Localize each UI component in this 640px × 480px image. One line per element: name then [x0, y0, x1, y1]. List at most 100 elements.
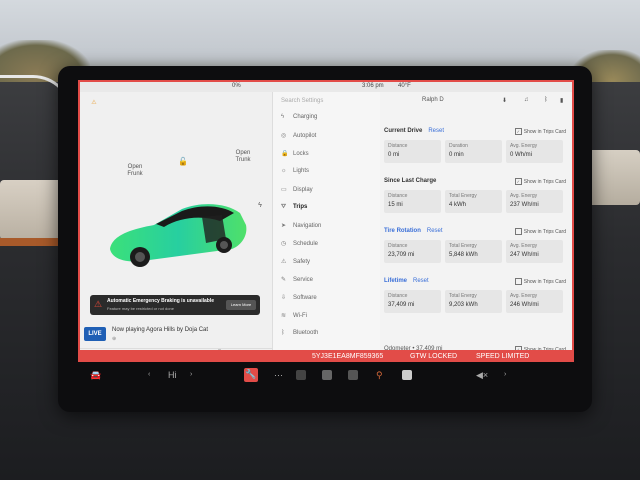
battery-percent: 0% [232, 83, 241, 89]
stat-value: 37,409 mi [388, 302, 415, 308]
stat-value: 246 Wh/mi [510, 302, 539, 308]
show-in-trips-checkbox[interactable]: Show in Trips Card [514, 228, 566, 235]
more-icon[interactable]: ⋯ [274, 369, 283, 381]
reset-button[interactable]: Reset [427, 228, 443, 234]
menu-item-label: Service [293, 277, 314, 283]
dash-trim-right [588, 150, 640, 205]
stat-label: Total Energy [449, 243, 477, 249]
menu-item-service[interactable]: ✎ Service [281, 276, 376, 290]
menu-item-charging[interactable]: ϟ Charging [281, 114, 376, 128]
lock-icon[interactable]: 🔓 [178, 158, 188, 166]
settings-menu: Search Settings ϟ Charging ◎ Autopilot 🔒 Lock… [272, 92, 381, 360]
checkbox-label: Show in Trips Card [523, 278, 566, 285]
menu-item-wi-fi[interactable]: ≋ Wi-Fi [281, 312, 376, 326]
stat-value: 0 Wh/mi [510, 152, 533, 158]
content-header: Ralph D ⬇ ♫ ᛒ ▮ [380, 92, 572, 110]
open-frunk-button[interactable]: Open Frunk [120, 164, 150, 178]
joystick-icon[interactable]: ⚲ [376, 369, 383, 381]
aeb-alert-subtitle: Feature may be restricted or not done [107, 306, 174, 311]
section-title: Lifetime Reset [384, 278, 429, 284]
section-title: Current Drive Reset [384, 128, 444, 134]
media-source-logo[interactable]: LIVE [84, 327, 106, 341]
bluetooth-icon[interactable]: ᛒ [544, 97, 548, 103]
toybox-icon[interactable] [348, 370, 358, 380]
section-title: Since Last Charge [384, 178, 436, 184]
open-trunk-button[interactable]: Open Trunk [228, 150, 258, 164]
temp-left-arrow-icon[interactable]: ‹ [148, 369, 150, 381]
reset-button[interactable]: Reset [428, 128, 444, 134]
menu-item-locks[interactable]: 🔒 Locks [281, 150, 376, 164]
stat-value: 237 Wh/mi [510, 202, 539, 208]
profile-name[interactable]: Ralph D [422, 97, 444, 103]
show-in-trips-checkbox[interactable]: ✓ Show in Trips Card [514, 178, 566, 185]
checkbox-icon[interactable] [514, 278, 522, 285]
vin-banner: 5YJ3E1EA8MF859365 GTW LOCKED SPEED LIMIT… [80, 350, 572, 360]
volume-icon[interactable]: ◀× [476, 369, 488, 381]
show-in-trips-checkbox[interactable]: Show in Trips Card [514, 278, 566, 285]
settings-search-input[interactable]: Search Settings [281, 98, 323, 104]
wrench-icon[interactable]: 🔧 [244, 368, 258, 382]
calendar-icon[interactable] [402, 370, 412, 380]
charging-icon: ϟ [281, 114, 285, 120]
learn-more-button[interactable]: Learn More [226, 300, 256, 310]
section-title-text: Tire Rotation [384, 228, 421, 234]
bell-icon[interactable]: ♫ [524, 97, 529, 103]
show-in-trips-checkbox[interactable]: ✓ Show in Trips Card [514, 128, 566, 135]
software-icon: ⇩ [281, 295, 287, 301]
menu-item-safety[interactable]: ⚠ Safety [281, 258, 376, 272]
menu-item-label: Autopilot [293, 133, 317, 139]
display-icon: ▭ [281, 187, 287, 193]
navigation-icon: ➤ [281, 223, 287, 229]
menu-item-display[interactable]: ▭ Display [281, 186, 376, 200]
lights-icon: ☼ [281, 168, 287, 174]
menu-item-label: Trips [293, 204, 308, 210]
stat-cell: Avg. Energy 0 Wh/mi [506, 140, 563, 163]
stat-cell: Avg. Energy 246 Wh/mi [506, 290, 563, 313]
status-bar: 0% 3:06 pm 40°F [80, 82, 572, 92]
stat-cell: Distance 23,709 mi [384, 240, 441, 263]
checkbox-icon[interactable] [514, 228, 522, 235]
stat-cell: Duration 0 min [445, 140, 502, 163]
reset-button[interactable]: Reset [413, 278, 429, 284]
stat-label: Avg. Energy [510, 243, 538, 249]
app-icon[interactable] [322, 370, 332, 380]
menu-item-autopilot[interactable]: ◎ Autopilot [281, 132, 376, 146]
stat-label: Total Energy [449, 193, 477, 199]
menu-item-label: Safety [293, 259, 311, 265]
menu-item-schedule[interactable]: ◷ Schedule [281, 240, 376, 254]
charge-port-icon[interactable]: ϟ [256, 202, 264, 209]
bottom-dock: 🚘 ‹ Hi › 🔧 ⋯ ⚲ ◀× › [78, 364, 574, 388]
bluetooth-icon: ᛒ [281, 330, 285, 336]
gateway-locked-label: GTW LOCKED [410, 353, 458, 360]
temp-right-arrow-icon[interactable]: › [190, 369, 192, 381]
checkbox-icon[interactable]: ✓ [514, 178, 522, 185]
hi-label[interactable]: Hi [168, 369, 177, 381]
menu-item-trips[interactable]: ⛛ Trips [281, 204, 376, 218]
stat-label: Avg. Energy [510, 293, 538, 299]
section-title-text: Lifetime [384, 278, 408, 284]
stat-label: Duration [449, 143, 468, 149]
tire-warning-icon: ⚠ [91, 100, 97, 106]
safety-icon: ⚠ [281, 259, 287, 265]
stat-cell: Distance 0 mi [384, 140, 441, 163]
volume-right-arrow-icon[interactable]: › [504, 369, 506, 381]
stat-value: 5,848 kWh [449, 252, 478, 258]
stat-cell: Total Energy 5,848 kWh [445, 240, 502, 263]
section-title: Tire Rotation Reset [384, 228, 443, 234]
stat-value: 0 mi [388, 152, 400, 158]
menu-item-software[interactable]: ⇩ Software [281, 294, 376, 308]
checkbox-label: Show in Trips Card [523, 178, 566, 185]
section-title-text: Current Drive [384, 128, 423, 134]
checkbox-icon[interactable]: ✓ [514, 128, 522, 135]
warning-icon: ⚠ [94, 299, 103, 309]
menu-item-lights[interactable]: ☼ Lights [281, 168, 376, 182]
car-model-image [110, 204, 247, 267]
signal-icon[interactable]: ▮ [560, 97, 563, 104]
menu-item-bluetooth[interactable]: ᛒ Bluetooth [281, 330, 376, 344]
stat-value: 0 min [449, 152, 464, 158]
car-icon[interactable]: 🚘 [90, 369, 101, 381]
menu-item-label: Wi-Fi [293, 313, 307, 319]
menu-item-navigation[interactable]: ➤ Navigation [281, 222, 376, 236]
download-icon[interactable]: ⬇ [502, 97, 507, 104]
camera-icon[interactable] [296, 370, 306, 380]
